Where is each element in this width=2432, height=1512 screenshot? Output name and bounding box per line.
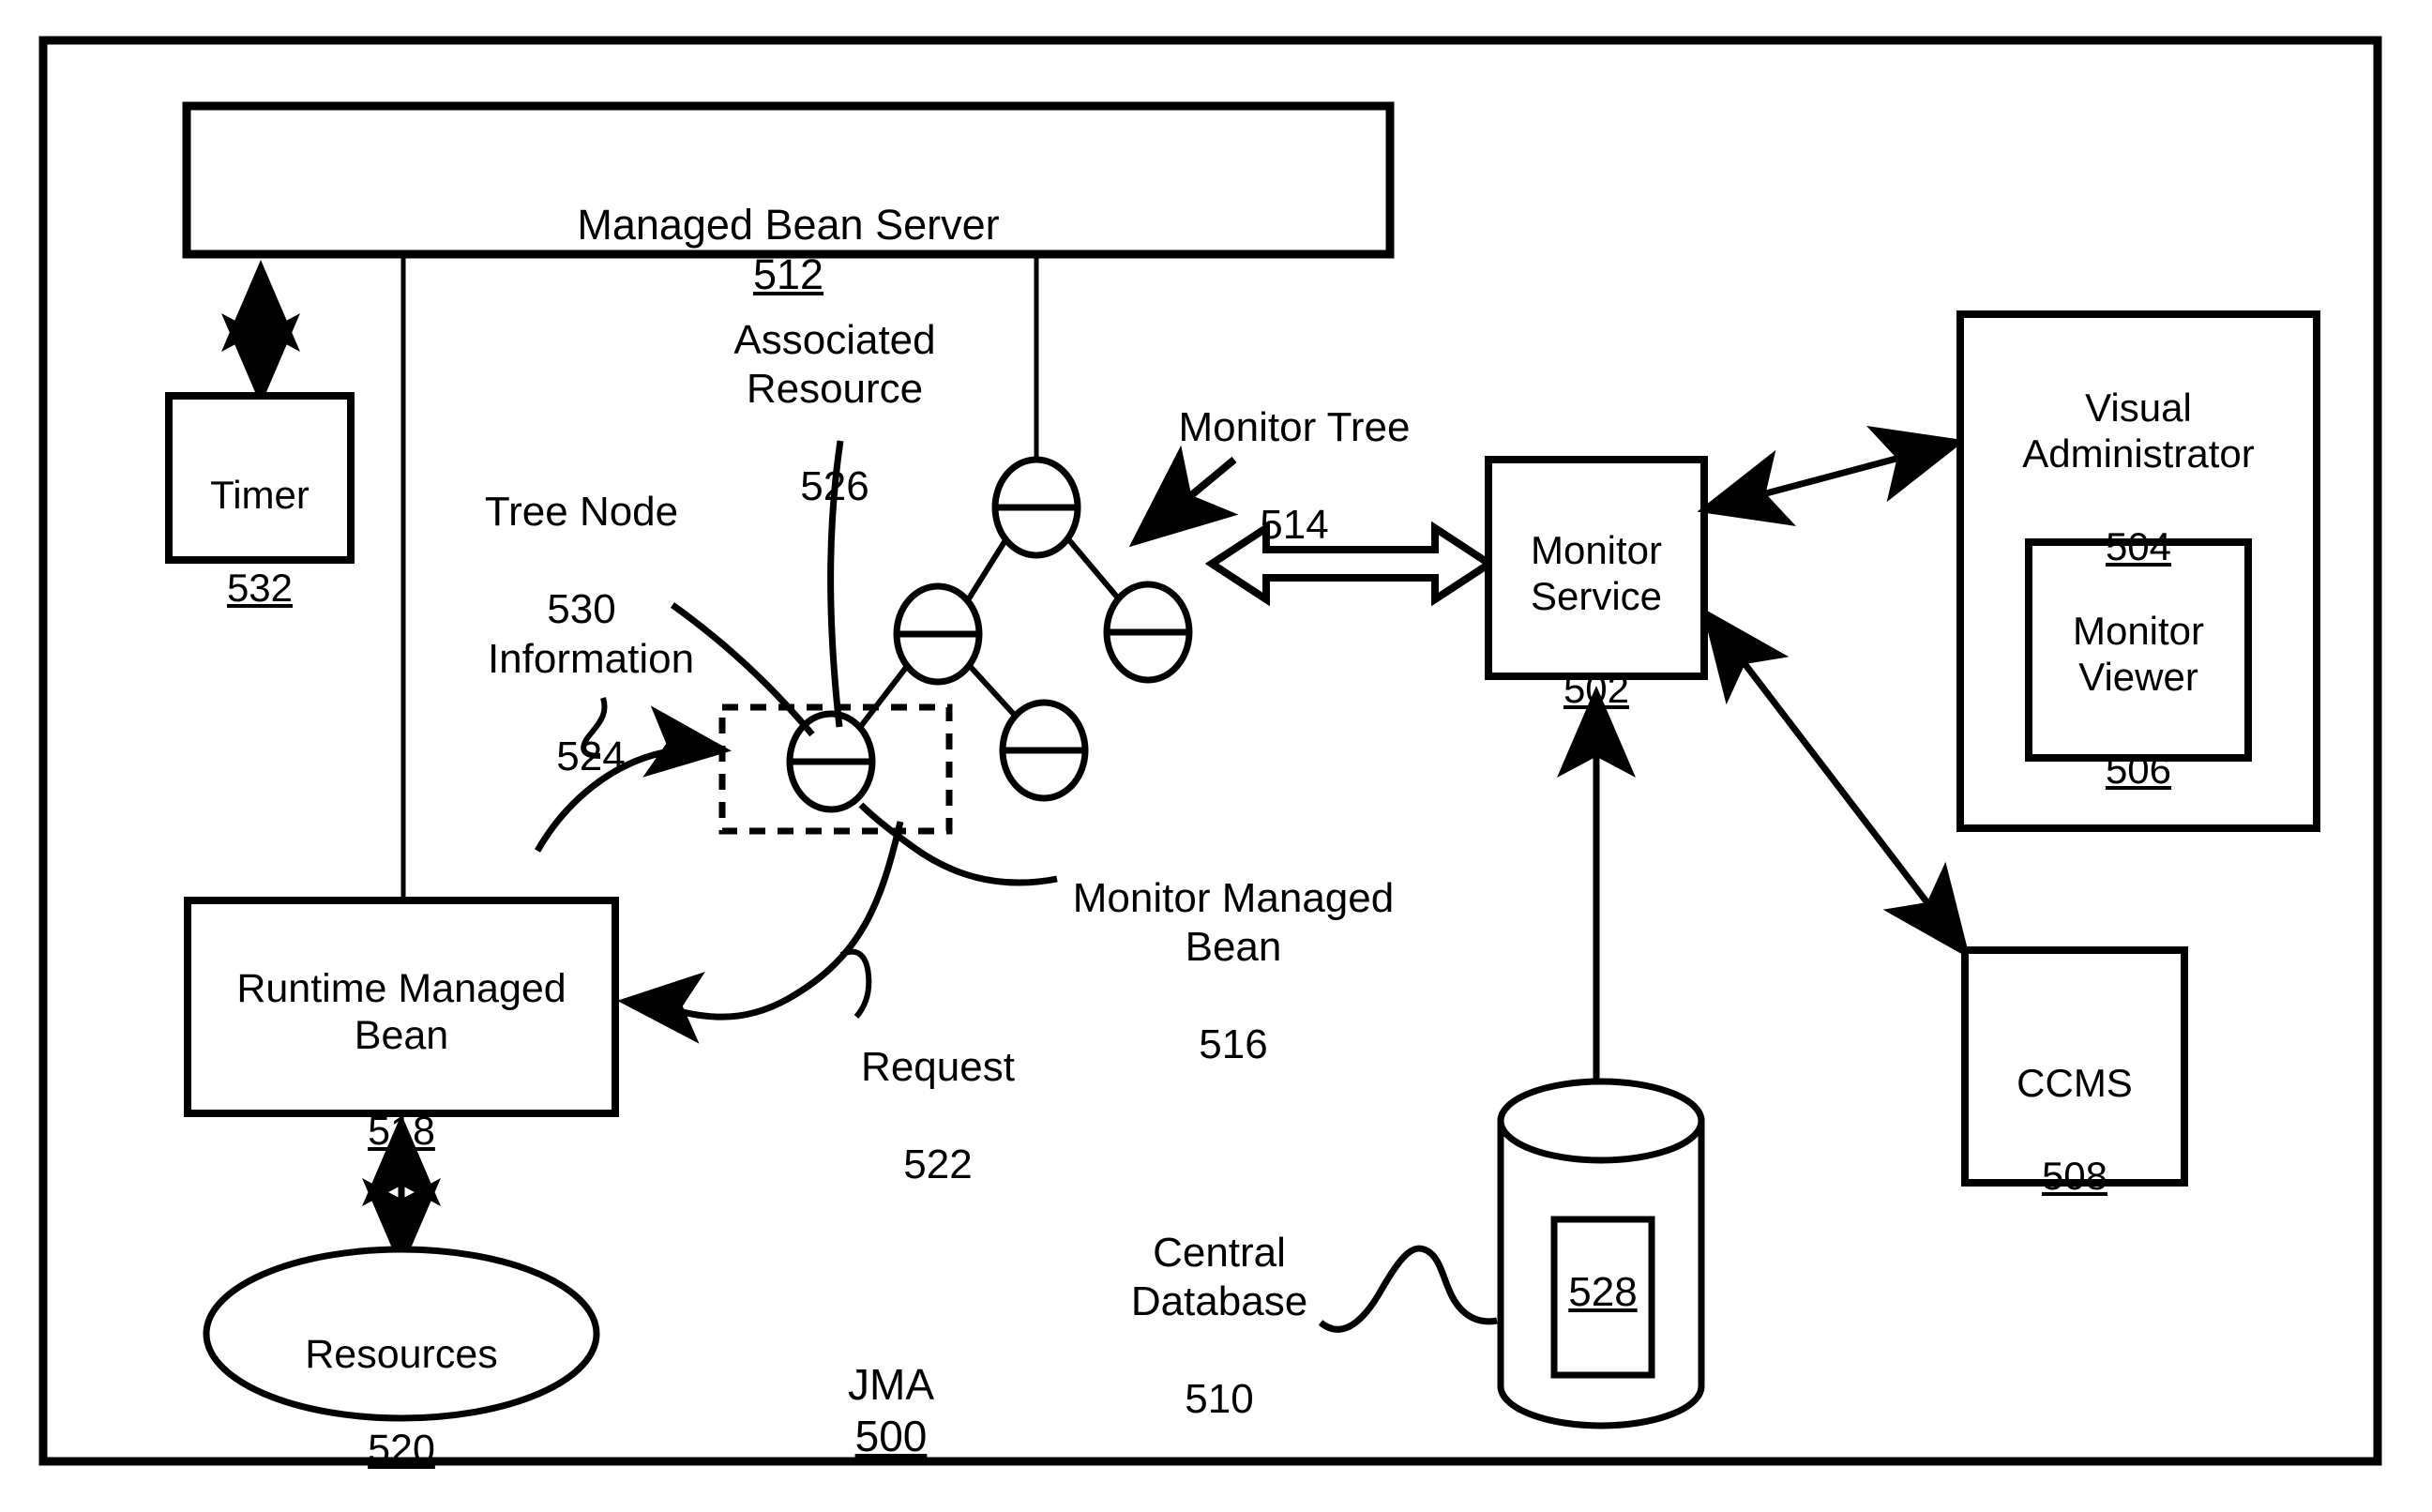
hollow-double-arrow-tree-monitor-service [1204, 521, 1497, 607]
patent-figure-page: Managed Bean Server 512 Timer 532 Associ… [0, 0, 2432, 1512]
leader-information-label [581, 697, 608, 759]
tree-edge-root-right [1066, 538, 1123, 602]
leader-tree-node [670, 602, 815, 737]
tree-edge-root-left [963, 538, 1008, 605]
central-database-cylinder[interactable] [1497, 1078, 1705, 1429]
leader-associated-resource [827, 440, 844, 728]
timer-box[interactable] [165, 392, 355, 564]
tree-node-root[interactable] [991, 456, 1081, 559]
central-database-inner-box [1550, 1216, 1655, 1379]
tree-node-monitor-managed-bean[interactable] [786, 710, 876, 813]
monitor-service-box[interactable] [1485, 456, 1708, 680]
tree-edge-left-to-grandchild [966, 662, 1020, 721]
leader-central-database [1318, 1245, 1498, 1333]
arrow-monitor-service-visual-admin [1697, 426, 1966, 526]
figure-drawing [38, 36, 2382, 1466]
resources-ellipse[interactable] [203, 1246, 600, 1422]
arrow-information-to-node [534, 705, 732, 853]
monitor-viewer-box[interactable] [2025, 538, 2252, 762]
arrow-request-to-runtime-bean [617, 821, 904, 1044]
tree-edge-left-to-mmb [855, 663, 911, 732]
ccms-box[interactable] [1961, 946, 2188, 1187]
tree-node-left-child[interactable] [893, 582, 983, 686]
tree-node-right-child[interactable] [1103, 581, 1193, 684]
leader-monitor-tree-arrow [1128, 445, 1239, 548]
managed-bean-server-box[interactable] [182, 101, 1395, 259]
leader-request-label [839, 948, 872, 1019]
arrow-monitor-service-ccms [1701, 607, 1971, 960]
tree-node-left-grandchild[interactable] [999, 699, 1089, 802]
runtime-managed-bean-box[interactable] [184, 897, 619, 1117]
